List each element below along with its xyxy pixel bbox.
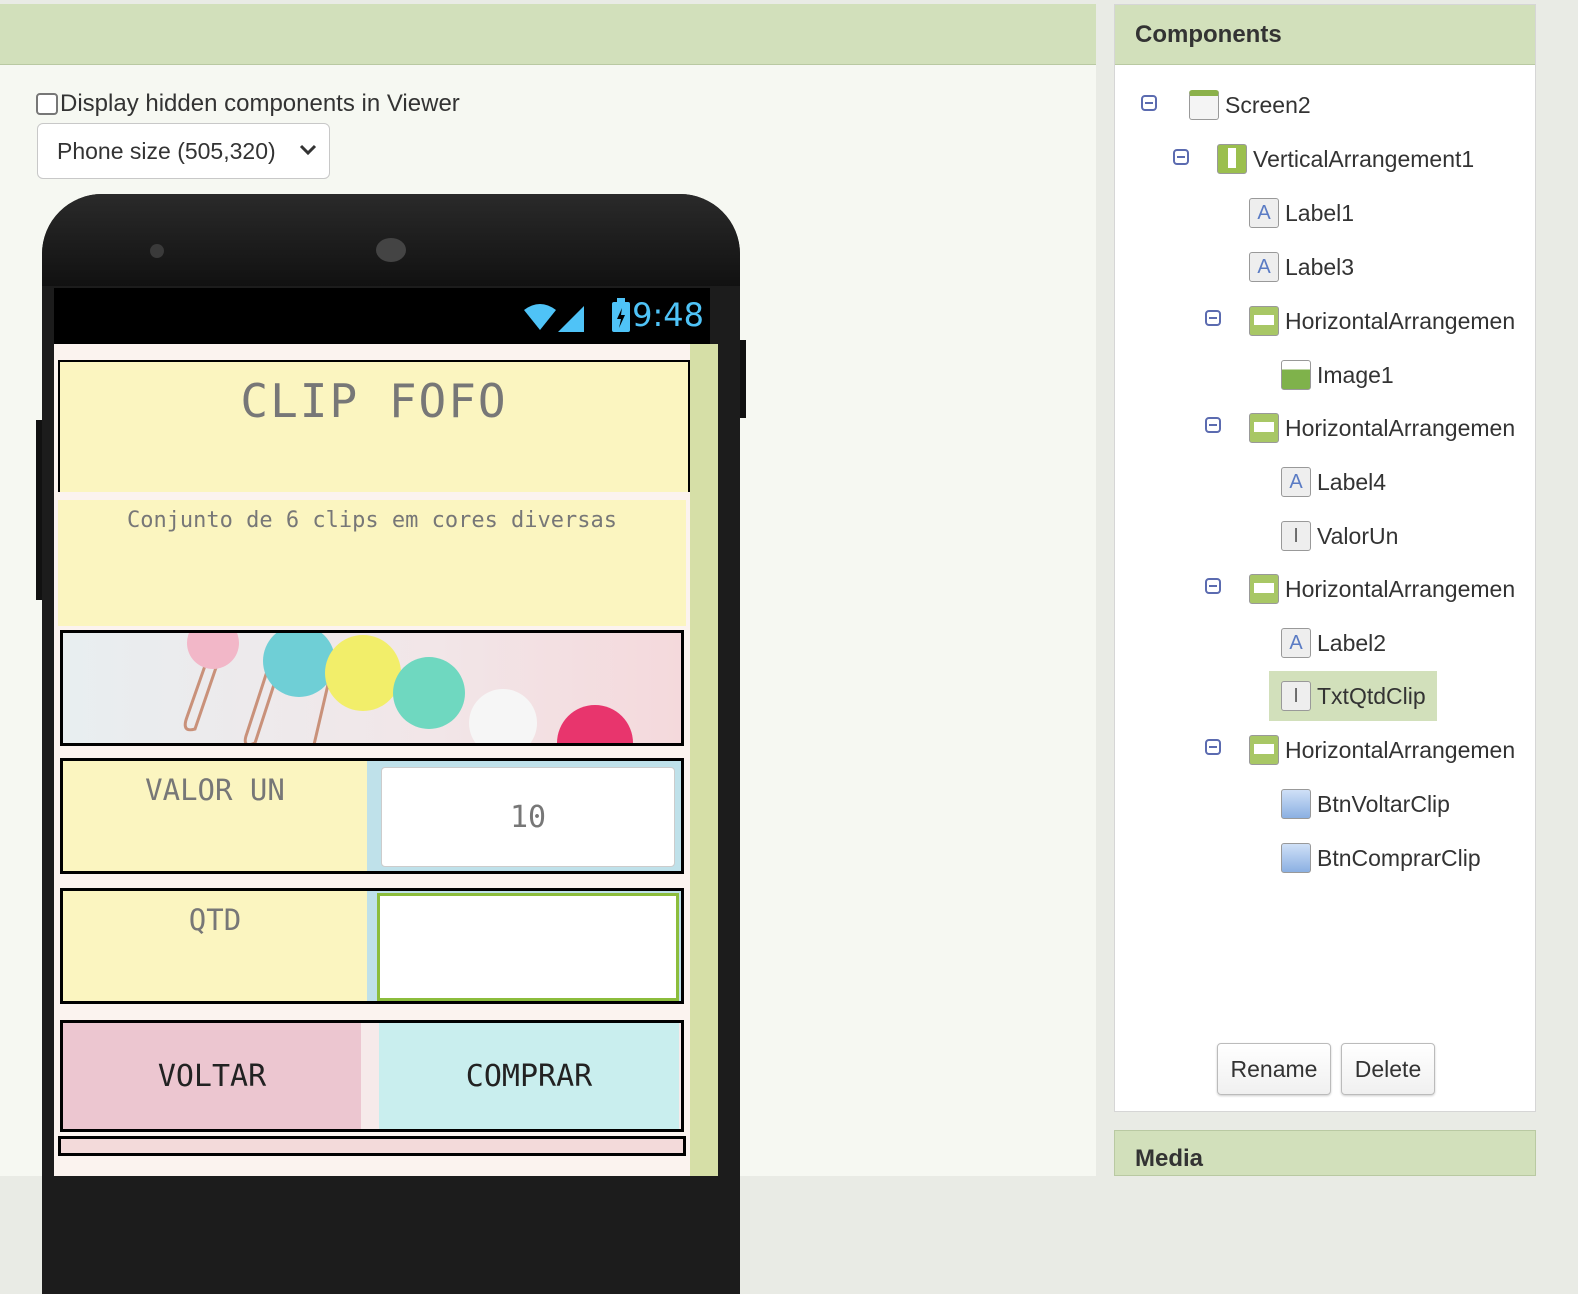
tree-label: Screen2 [1225,91,1311,118]
tree-label: ValorUn [1317,522,1399,549]
tree-label: BtnVoltarClip [1317,790,1450,817]
button-icon [1281,843,1311,873]
display-hidden-toggle[interactable]: Display hidden components in Viewer [36,90,460,118]
tree-label: Label4 [1317,468,1387,495]
label2: QTD [63,891,367,1001]
app-title: CLIP FOFO [240,374,508,428]
tree-label: Label1 [1285,199,1355,226]
phone-screen: CLIP FOFO Conjunto de 6 clips em cores d… [54,344,718,1176]
phone-camera [150,244,164,258]
image1 [60,630,684,746]
tree-item-btncomprarclip[interactable]: BtnComprarClip [1281,840,1481,876]
image-icon [1281,360,1311,390]
label4: VALOR UN [63,761,367,871]
tree-item-horizontalarrangement4[interactable]: HorizontalArrangemen [1249,732,1515,768]
delete-button[interactable]: Delete [1341,1043,1435,1095]
tree-item-label4[interactable]: A Label4 [1281,464,1386,500]
label-icon: A [1249,252,1279,282]
collapse-horizontalarrangement-icon[interactable] [1205,578,1221,594]
label-icon: A [1281,628,1311,658]
rename-button[interactable]: Rename [1217,1043,1331,1095]
tree-label: BtnComprarClip [1317,844,1481,871]
collapse-horizontalarrangement-icon[interactable] [1205,417,1221,433]
tree-item-label2[interactable]: A Label2 [1281,625,1386,661]
textbox-icon: I [1281,521,1311,551]
collapse-screen2-icon[interactable] [1141,95,1157,111]
tree-item-horizontalarrangement3[interactable]: HorizontalArrangemen [1249,571,1515,607]
tree-label: VerticalArrangement1 [1253,145,1475,172]
tree-item-label1[interactable]: A Label1 [1249,195,1354,231]
paperclips-image [183,633,633,743]
screen-scroll-area [690,344,718,1176]
app-description: Conjunto de 6 clips em cores diversas [126,508,618,533]
tree-label: HorizontalArrangemen [1285,575,1516,602]
components-header: Components [1115,5,1535,65]
tree-item-txtqtdclip[interactable]: I TxtQtdClip [1269,671,1437,721]
tree-item-image1[interactable]: Image1 [1281,357,1394,393]
chevron-down-icon [299,144,317,156]
button-icon [1281,789,1311,819]
viewer-header [0,4,1096,65]
horizontal-arrangement-icon [1249,574,1279,604]
tree-label: HorizontalArrangemen [1285,736,1516,763]
tree-label: Image1 [1317,361,1394,388]
voltar-button[interactable]: VOLTAR [63,1023,361,1129]
tree-item-screen2[interactable]: Screen2 [1189,87,1311,123]
label1-box: CLIP FOFO [58,360,690,492]
collapse-horizontalarrangement-icon[interactable] [1205,739,1221,755]
tree-item-valorun[interactable]: I ValorUn [1281,518,1398,554]
horizontal-arrangement-icon [1249,413,1279,443]
tree-label: Label2 [1317,629,1387,656]
tree-label: Label3 [1285,253,1355,280]
display-hidden-checkbox[interactable] [36,93,58,115]
tree-item-verticalarrangement1[interactable]: VerticalArrangement1 [1217,141,1474,177]
display-hidden-label: Display hidden components in Viewer [60,90,460,117]
label-icon: A [1281,467,1311,497]
battery-icon [612,298,630,332]
tree-item-label3[interactable]: A Label3 [1249,249,1354,285]
components-panel: Components Screen2 VerticalArrangement1 … [1114,4,1536,1112]
comprar-button[interactable]: COMPRAR [379,1023,679,1129]
textbox-icon: I [1281,681,1311,711]
phone-size-value: Phone size (505,320) [57,137,276,164]
bottom-arrangement [58,1136,686,1156]
phone-status-bar: 9:48 [54,288,710,344]
valor-row: VALOR UN 10 [60,758,684,874]
label3-box: Conjunto de 6 clips em cores diversas [58,500,686,626]
wifi-signal-icon [524,304,584,332]
collapse-verticalarrangement1-icon[interactable] [1173,149,1189,165]
tree-item-horizontalarrangement1[interactable]: HorizontalArrangemen [1249,303,1515,339]
tree-label: TxtQtdClip [1317,682,1426,709]
label-icon: A [1249,198,1279,228]
valorun-field[interactable]: 10 [381,767,675,867]
media-header: Media [1114,1130,1536,1176]
buttons-row: VOLTAR COMPRAR [60,1020,684,1132]
vertical-arrangement-icon [1217,144,1247,174]
horizontal-arrangement-icon [1249,735,1279,765]
horizontal-arrangement-icon [1249,306,1279,336]
txtqtdclip-field[interactable] [377,893,679,1001]
phone-speaker [376,238,406,262]
status-time: 9:48 [632,296,704,334]
screen-icon [1189,90,1219,120]
tree-label: HorizontalArrangemen [1285,414,1516,441]
qtd-row: QTD [60,888,684,1004]
tree-label: HorizontalArrangemen [1285,307,1516,334]
tree-item-btnvoltarclip[interactable]: BtnVoltarClip [1281,786,1450,822]
phone-size-select[interactable]: Phone size (505,320) [37,123,330,179]
collapse-horizontalarrangement-icon[interactable] [1205,310,1221,326]
tree-item-horizontalarrangement2[interactable]: HorizontalArrangemen [1249,410,1515,446]
